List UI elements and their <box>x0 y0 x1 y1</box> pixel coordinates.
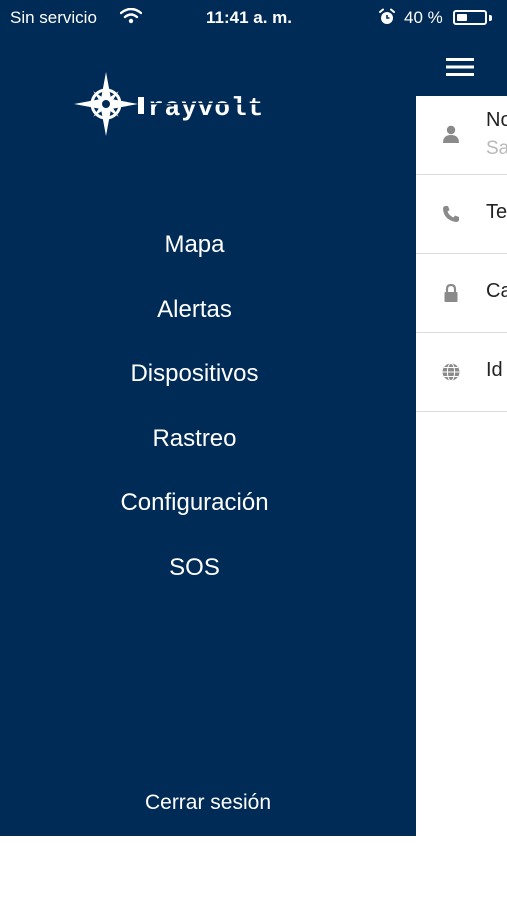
menu-item-sos[interactable]: SOS <box>0 554 389 619</box>
battery-percent: 40 % <box>404 8 443 27</box>
setting-row-sublabel: Sa <box>486 138 507 159</box>
logo-wordmark: rayvolt <box>148 93 264 123</box>
alarm-clock-icon <box>379 8 395 24</box>
clock-time: 11:41 a. m. <box>206 8 293 27</box>
menu-item-alertas[interactable]: Alertas <box>0 296 389 361</box>
setting-row-name[interactable]: No Sa <box>416 96 507 175</box>
menu-item-rastreo[interactable]: Rastreo <box>0 425 389 490</box>
phone-icon <box>443 206 459 222</box>
menu-item-configuracion[interactable]: Configuración <box>0 489 389 554</box>
setting-row-phone[interactable]: Te <box>416 175 507 254</box>
carrier-label: Sin servicio <box>10 8 97 27</box>
setting-row-password[interactable]: Ca <box>416 254 507 333</box>
setting-row-label: Id <box>486 359 503 381</box>
settings-content-panel: No Sa Te Ca Id <box>416 36 507 836</box>
menu-item-dispositivos[interactable]: Dispositivos <box>0 360 389 425</box>
navigation-drawer: rayvolt Mapa Alertas Dispositivos Rastre… <box>0 36 416 836</box>
rayvolt-logo: rayvolt <box>74 72 316 136</box>
globe-icon <box>442 363 460 381</box>
menu-item-mapa[interactable]: Mapa <box>0 231 389 296</box>
content-header <box>416 36 507 96</box>
lock-icon <box>444 283 458 302</box>
battery-icon <box>453 10 487 25</box>
wifi-icon <box>120 8 142 24</box>
status-bar: Sin servicio 11:41 a. m. 40 % <box>0 0 507 36</box>
battery-tip <box>489 15 492 21</box>
setting-row-label: Te <box>486 201 507 223</box>
setting-row-language[interactable]: Id <box>416 333 507 412</box>
battery-level-fill <box>457 14 468 21</box>
user-icon <box>443 125 459 143</box>
logout-button[interactable]: Cerrar sesión <box>0 791 416 815</box>
setting-row-label: No <box>486 109 507 131</box>
drawer-menu: Mapa Alertas Dispositivos Rastreo Config… <box>0 231 389 618</box>
hamburger-menu-icon[interactable] <box>444 55 476 79</box>
setting-row-label: Ca <box>486 280 507 302</box>
